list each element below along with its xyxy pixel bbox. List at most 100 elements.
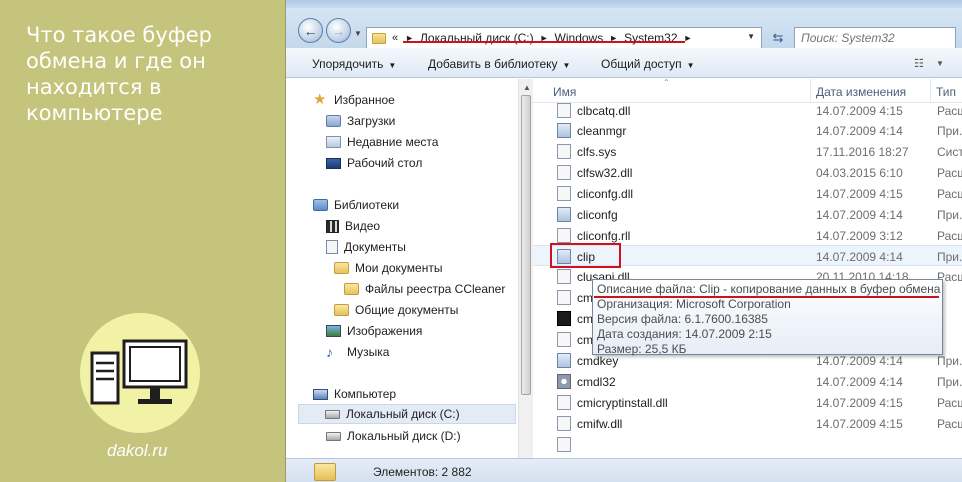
nav-item-label: Загрузки (347, 114, 396, 128)
file-row[interactable]: clfsw32.dll 04.03.2015 6:10 Расш (533, 162, 962, 183)
search-box[interactable] (794, 27, 956, 49)
file-name: cmdkey (577, 354, 619, 368)
folder-icon (344, 283, 359, 295)
nav-item-disk-c[interactable]: Локальный диск (C:) (298, 404, 516, 424)
add-to-library-button[interactable]: Добавить в библиотеку ▼ (428, 57, 570, 71)
file-type: Расш (937, 417, 962, 431)
nav-item-downloads[interactable]: Загрузки (326, 111, 395, 131)
file-name: cmicryptinstall.dll (577, 396, 668, 410)
file-type: При. (937, 250, 962, 264)
file-name: cmifw.dll (577, 417, 623, 431)
address-box[interactable]: « ► Локальный диск (C:) ► Windows ► Syst… (366, 27, 762, 49)
nav-item-video[interactable]: Видео (326, 216, 380, 236)
music-icon: ♪ (326, 344, 333, 360)
dll-icon (557, 269, 571, 284)
history-dropdown-icon[interactable]: ▼ (354, 29, 362, 38)
file-type: Расш (937, 396, 962, 410)
file-type: Сист (937, 145, 962, 159)
nav-item-label: Рабочий стол (347, 156, 423, 170)
nav-item-public-documents[interactable]: Общие документы (334, 300, 458, 320)
file-row[interactable]: cleanmgr 14.07.2009 4:14 При. (533, 120, 962, 141)
navigation-pane: ★ Избранное Загрузки Недавние места Рабоч… (286, 79, 533, 458)
file-row[interactable]: cmicryptinstall.dll 14.07.2009 4:15 Расш (533, 392, 962, 413)
file-row[interactable]: clfs.sys 17.11.2016 18:27 Сист (533, 141, 962, 162)
column-header-type[interactable]: Тип (936, 85, 956, 99)
nav-item-images[interactable]: Изображения (326, 321, 422, 341)
nav-item-my-documents[interactable]: Мои документы (334, 258, 442, 278)
file-date: 14.07.2009 3:12 (816, 229, 903, 243)
nav-item-documents[interactable]: Документы (326, 237, 406, 257)
file-type: При. (937, 354, 962, 368)
file-name: cm (577, 333, 593, 347)
chevron-down-icon: ▼ (686, 61, 695, 70)
file-name: clfsw32.dll (577, 166, 633, 180)
breadcrumb-overflow[interactable]: « (392, 32, 398, 44)
chevron-down-icon: ▼ (388, 61, 397, 70)
share-button[interactable]: Общий доступ ▼ (601, 57, 695, 71)
tooltip-version: Версия файла: 6.1.7600.16385 (597, 312, 768, 326)
file-name: clfs.sys (577, 145, 617, 159)
file-date: 14.07.2009 4:14 (816, 208, 903, 222)
file-name: cm (577, 291, 593, 305)
file-date: 14.07.2009 4:15 (816, 417, 903, 431)
file-type: Расш (937, 104, 962, 118)
nav-item-computer[interactable]: Компьютер (313, 384, 396, 404)
file-date: 04.03.2015 6:10 (816, 166, 903, 180)
nav-item-label: Недавние места (347, 135, 439, 149)
file-name: cmdl32 (577, 375, 616, 389)
dll-icon (557, 165, 571, 180)
file-row[interactable]: cmifw.dll 14.07.2009 4:15 Расш (533, 413, 962, 434)
command-toolbar: Упорядочить ▼ Добавить в библиотеку ▼ Общи… (286, 48, 962, 78)
file-date: 14.07.2009 4:15 (816, 396, 903, 410)
dll-icon (557, 437, 571, 452)
nav-item-disk-d[interactable]: Локальный диск (D:) (326, 426, 461, 446)
file-row[interactable]: clbcatq.dll 14.07.2009 4:15 Расш (533, 100, 962, 121)
window-top-edge (286, 0, 962, 8)
items-count: Элементов: 2 882 (373, 465, 472, 479)
scrollbar-thumb[interactable] (521, 95, 531, 395)
organize-button[interactable]: Упорядочить ▼ (312, 57, 396, 71)
column-header-name[interactable]: Имя (553, 85, 576, 99)
computer-icon (313, 388, 328, 400)
share-label: Общий доступ (601, 57, 682, 71)
add-to-library-label: Добавить в библиотеку (428, 57, 558, 71)
column-header-date[interactable]: Дата изменения (816, 85, 906, 99)
file-type: Расш (937, 166, 962, 180)
file-row[interactable]: cliconfg.dll 14.07.2009 4:15 Расш (533, 183, 962, 204)
dll-icon (557, 416, 571, 431)
dll-icon (557, 290, 571, 305)
nav-item-recent-places[interactable]: Недавние места (326, 132, 438, 152)
nav-item-desktop[interactable]: Рабочий стол (326, 153, 422, 173)
scroll-up-icon[interactable]: ▲ (523, 83, 531, 92)
file-row[interactable]: cliconfg 14.07.2009 4:14 При. (533, 204, 962, 225)
nav-pane-scrollbar[interactable]: ▲ (518, 79, 533, 458)
address-dropdown-icon[interactable]: ▼ (747, 32, 755, 41)
view-options-icon[interactable]: ☷ (914, 57, 924, 70)
file-name: cliconfg (577, 208, 618, 222)
forward-button[interactable]: → (326, 18, 351, 43)
file-row[interactable] (533, 434, 962, 455)
file-name: cliconfg.dll (577, 187, 634, 201)
clip-annotation-box (550, 243, 621, 268)
file-row[interactable]: cmdl32 14.07.2009 4:14 При. (533, 371, 962, 392)
file-date: 14.07.2009 4:14 (816, 354, 903, 368)
nav-item-ccleaner-files[interactable]: Файлы реестра CCleaner (344, 279, 505, 299)
view-options-dropdown-icon[interactable]: ▼ (936, 59, 944, 68)
file-name: cleanmgr (577, 124, 627, 138)
chevron-down-icon: ▼ (562, 61, 571, 70)
dll-icon (557, 186, 571, 201)
nav-item-label: Компьютер (334, 387, 397, 401)
nav-item-favorites[interactable]: ★ Избранное (313, 90, 395, 110)
refresh-icon[interactable]: ⇆ (768, 27, 788, 49)
documents-icon (326, 240, 338, 254)
tooltip-created: Дата создания: 14.07.2009 2:15 (597, 327, 772, 341)
organize-label: Упорядочить (312, 57, 384, 71)
search-input[interactable] (795, 28, 955, 48)
file-date: 14.07.2009 4:14 (816, 375, 903, 389)
back-button[interactable]: ← (298, 18, 323, 43)
nav-item-label: Избранное (334, 93, 395, 107)
file-list-pane: ⌃ Имя Дата изменения Тип clbcatq.dll 14.0… (533, 79, 962, 458)
nav-item-libraries[interactable]: Библиотеки (313, 195, 399, 215)
folder-icon (314, 463, 336, 481)
nav-item-music[interactable]: ♪ Музыка (326, 342, 389, 362)
